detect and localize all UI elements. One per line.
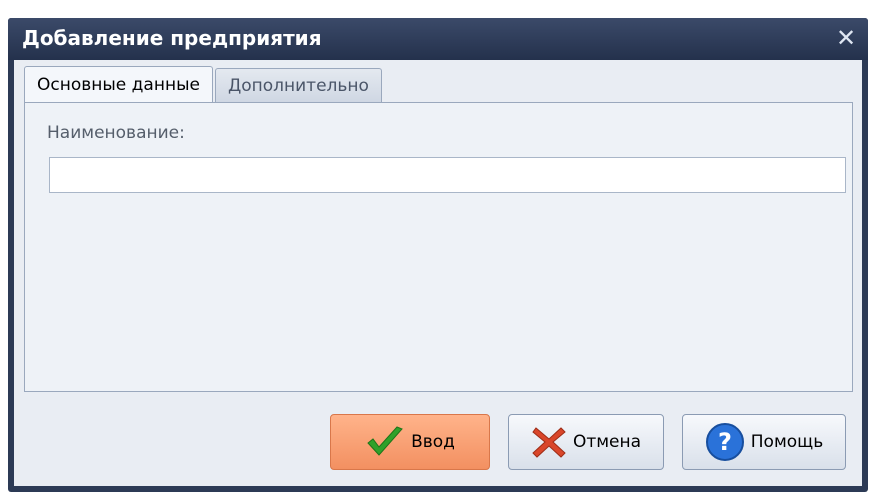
help-icon: ? [705,422,745,462]
cancel-button[interactable]: Отмена [508,414,664,470]
title-bar[interactable]: Добавление предприятия ✕ [8,18,868,60]
close-icon[interactable]: ✕ [832,24,860,52]
tab-panel-main-data: Наименование: [24,102,853,392]
button-bar: Ввод Отмена ? Помощь [14,400,862,486]
help-button-label: Помощь [750,432,824,452]
cancel-button-label: Отмена [572,432,642,452]
dialog-body: Основные данные Дополнительно Наименован… [14,60,862,486]
ok-button-label: Ввод [411,432,455,452]
cross-icon [531,425,567,459]
name-input[interactable] [49,157,846,193]
svg-text:?: ? [718,428,732,456]
tab-additional[interactable]: Дополнительно [214,68,382,102]
check-icon [365,425,405,459]
help-button[interactable]: ? Помощь [682,414,846,470]
name-label: Наименование: [47,123,185,143]
tab-bar: Основные данные Дополнительно [24,66,382,102]
window-title: Добавление предприятия [22,26,322,50]
tab-main-data[interactable]: Основные данные [24,66,213,102]
dialog-window: Добавление предприятия ✕ Основные данные… [8,18,868,492]
ok-button[interactable]: Ввод [330,414,490,470]
